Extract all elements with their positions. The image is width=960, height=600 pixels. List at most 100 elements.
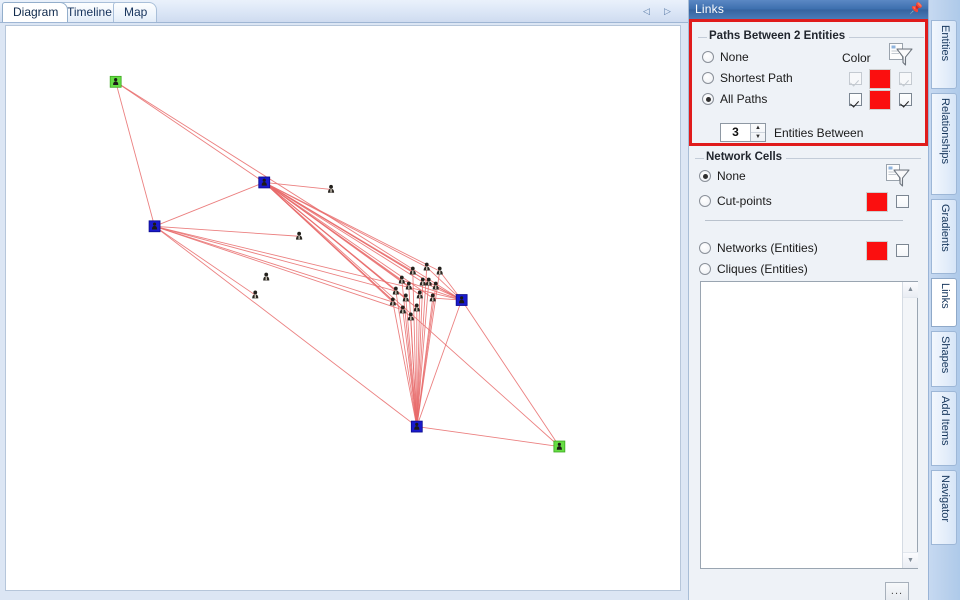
radio-indicator <box>702 72 714 84</box>
radio-networks-entities[interactable]: Networks (Entities) <box>699 240 818 256</box>
spinner-up-icon[interactable]: ▲ <box>751 124 765 133</box>
graph-edge <box>155 226 462 300</box>
graph-edge <box>116 82 155 226</box>
graph-node-person[interactable] <box>252 291 258 299</box>
graph-edge <box>264 182 420 295</box>
radio-networks-entities-label: Networks (Entities) <box>717 241 818 255</box>
color-label: Color <box>842 51 871 65</box>
spinner-arrows: ▲ ▼ <box>750 124 765 141</box>
side-tab-links[interactable]: Links <box>931 278 957 327</box>
graph-edge <box>264 182 439 271</box>
network-cells-groupbox: Network Cells None <box>695 152 921 272</box>
network-cells-separator <box>705 220 903 221</box>
network-cells-group-title: Network Cells <box>704 151 786 163</box>
graph-edge <box>155 182 265 226</box>
graph-node-person[interactable] <box>263 273 269 281</box>
graph-node-selected[interactable] <box>110 76 121 87</box>
graph-node-person[interactable] <box>426 278 432 286</box>
radio-netcells-none[interactable]: None <box>699 168 746 184</box>
radio-cliques-entities-label: Cliques (Entities) <box>717 262 808 276</box>
side-tab-label: Entities <box>932 21 957 61</box>
graph-node-hub[interactable] <box>259 177 270 188</box>
graph-edge <box>417 427 560 447</box>
funnel-filter-icon[interactable] <box>888 42 914 68</box>
side-tab-shapes[interactable]: Shapes <box>931 331 957 387</box>
tabstrip-nav: ◁ ▷ <box>640 3 674 19</box>
listbox-scrollbar[interactable]: ▲ ▼ <box>902 282 917 568</box>
networks-color-swatch[interactable] <box>866 241 888 261</box>
graph-node-person[interactable] <box>420 278 426 286</box>
links-panel-title: Links <box>695 2 724 16</box>
side-tab-relationships[interactable]: Relationships <box>931 93 957 195</box>
graph-node-layer <box>110 76 565 452</box>
side-tab-label: Shapes <box>932 332 957 373</box>
graph-edge <box>116 82 462 300</box>
pin-icon[interactable]: 📌 <box>909 2 923 16</box>
tab-next-arrow-icon[interactable]: ▷ <box>661 4 674 18</box>
tab-prev-arrow-icon[interactable]: ◁ <box>640 4 653 18</box>
tab-map[interactable]: Map <box>113 2 157 22</box>
entities-between-spinner[interactable]: 3 ▲ ▼ <box>720 123 766 142</box>
radio-indicator <box>699 170 711 182</box>
side-tab-navigator[interactable]: Navigator <box>931 470 957 545</box>
funnel-filter-icon[interactable] <box>885 163 911 189</box>
graph-edge-layer <box>116 82 560 447</box>
network-graph[interactable] <box>6 26 680 590</box>
side-tab-gradients[interactable]: Gradients <box>931 199 957 274</box>
graph-node-person[interactable] <box>408 312 414 320</box>
graph-node-hub[interactable] <box>456 295 467 306</box>
radio-indicator <box>702 93 714 105</box>
radio-cliques-entities[interactable]: Cliques (Entities) <box>699 261 808 277</box>
radio-indicator <box>702 51 714 63</box>
application-window: Diagram Timeline Map ◁ ▷ Links 📌 P <box>0 0 960 600</box>
graph-edge <box>155 226 256 295</box>
all-paths-right-checkbox[interactable] <box>899 93 912 106</box>
graph-node-hub[interactable] <box>411 421 422 432</box>
spinner-down-icon[interactable]: ▼ <box>751 133 765 141</box>
network-cells-listbox[interactable]: ▲ ▼ <box>700 281 918 569</box>
scroll-down-icon[interactable]: ▼ <box>903 552 918 568</box>
graph-node-hub[interactable] <box>149 221 160 232</box>
links-panel: Links 📌 Paths Between 2 Entities Color <box>688 0 928 600</box>
radio-paths-none[interactable]: None <box>702 49 749 65</box>
networks-checkbox[interactable] <box>896 244 909 257</box>
graph-edge <box>462 300 560 446</box>
graph-node-person[interactable] <box>437 267 443 275</box>
graph-edge <box>155 226 403 310</box>
radio-all-paths-label: All Paths <box>720 92 767 106</box>
diagram-canvas[interactable] <box>5 25 681 591</box>
side-tab-add-items[interactable]: Add Items <box>931 391 957 466</box>
graph-edge <box>116 82 265 183</box>
radio-all-paths[interactable]: All Paths <box>702 91 767 107</box>
all-paths-color-swatch[interactable] <box>869 90 891 110</box>
side-tab-entities[interactable]: Entities <box>931 20 957 89</box>
side-tab-label: Gradients <box>932 200 957 252</box>
graph-edge <box>155 226 417 426</box>
graph-node-selected[interactable] <box>554 441 565 452</box>
entities-between-value[interactable]: 3 <box>721 124 750 141</box>
radio-shortest-path-label: Shortest Path <box>720 71 793 85</box>
side-tab-rail: Entities Relationships Gradients Links Shape… <box>928 0 960 600</box>
radio-cut-points-label: Cut-points <box>717 194 772 208</box>
radio-indicator <box>699 242 711 254</box>
radio-cut-points[interactable]: Cut-points <box>699 193 772 209</box>
scroll-up-icon[interactable]: ▲ <box>903 282 918 298</box>
shortest-path-color-swatch[interactable] <box>869 69 891 89</box>
side-tab-label: Links <box>932 279 957 309</box>
paths-section-highlight: Paths Between 2 Entities Color <box>689 19 928 146</box>
more-options-button[interactable]: ... <box>885 582 909 600</box>
entities-between-label: Entities Between <box>774 126 863 140</box>
side-tab-label: Relationships <box>932 94 957 164</box>
paths-group-title: Paths Between 2 Entities <box>707 30 849 42</box>
cut-points-color-swatch[interactable] <box>866 192 888 212</box>
graph-node-person[interactable] <box>414 304 420 312</box>
radio-indicator <box>699 263 711 275</box>
shortest-path-right-checkbox <box>899 72 912 85</box>
links-panel-body: Paths Between 2 Entities Color <box>689 19 929 600</box>
radio-shortest-path[interactable]: Shortest Path <box>702 70 793 86</box>
cut-points-checkbox[interactable] <box>896 195 909 208</box>
tab-diagram[interactable]: Diagram <box>2 2 68 22</box>
graph-edge <box>264 182 423 282</box>
graph-edge <box>264 182 411 317</box>
all-paths-left-checkbox[interactable] <box>849 93 862 106</box>
